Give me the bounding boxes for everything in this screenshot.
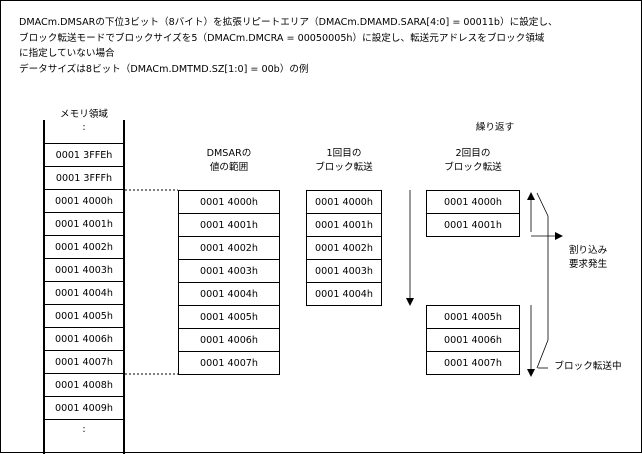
bracket-diagonal-bottom bbox=[536, 339, 549, 369]
diagram: DMACm.DMSARの下位3ビット（8バイト）を拡張リピートエリア（DMACm… bbox=[0, 0, 642, 454]
bracket-diagonal-top bbox=[536, 192, 549, 217]
connector-lines bbox=[125, 189, 563, 377]
